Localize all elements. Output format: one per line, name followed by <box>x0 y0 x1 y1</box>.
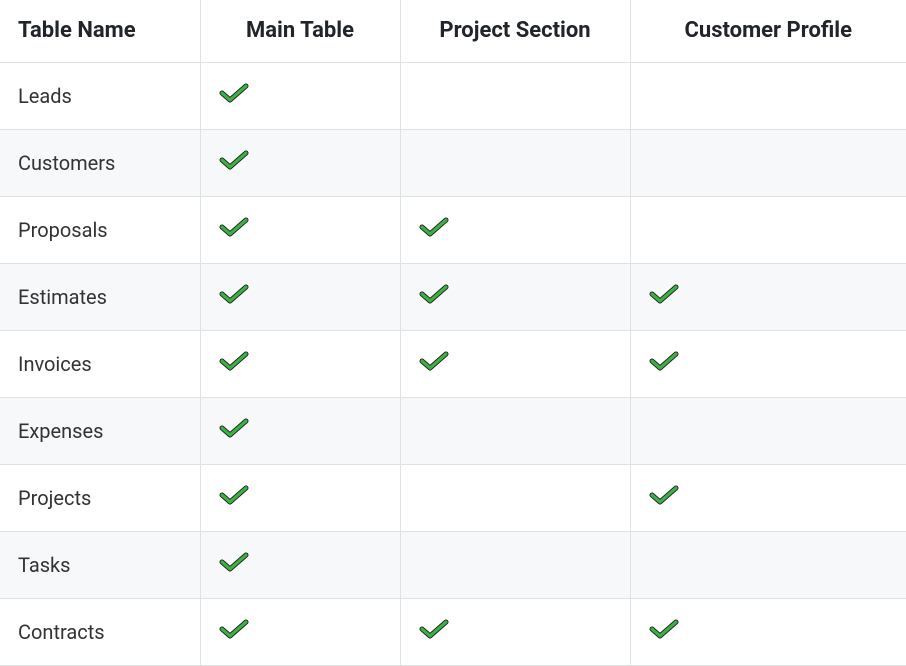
table-row: Expenses <box>0 397 906 464</box>
check-icon <box>649 484 679 506</box>
cell-project-section <box>400 464 630 531</box>
table-row: Contracts <box>0 598 906 665</box>
check-icon <box>649 283 679 305</box>
table-row: Invoices <box>0 330 906 397</box>
check-icon <box>219 216 249 238</box>
header-project-section: Project Section <box>400 0 630 62</box>
check-icon <box>649 350 679 372</box>
cell-project-section <box>400 196 630 263</box>
table-row: Leads <box>0 62 906 129</box>
check-icon <box>649 618 679 640</box>
cell-customer-profile <box>630 598 906 665</box>
cell-main-table <box>200 397 400 464</box>
header-main-table: Main Table <box>200 0 400 62</box>
cell-customer-profile <box>630 464 906 531</box>
cell-main-table <box>200 598 400 665</box>
header-table-name: Table Name <box>0 0 200 62</box>
check-icon <box>219 350 249 372</box>
check-icon <box>219 618 249 640</box>
cell-customer-profile <box>630 129 906 196</box>
cell-main-table <box>200 531 400 598</box>
row-name: Contracts <box>0 598 200 665</box>
cell-customer-profile <box>630 62 906 129</box>
cell-project-section <box>400 397 630 464</box>
cell-project-section <box>400 129 630 196</box>
row-name: Customers <box>0 129 200 196</box>
check-icon <box>219 551 249 573</box>
row-name: Tasks <box>0 531 200 598</box>
cell-main-table <box>200 330 400 397</box>
check-icon <box>219 484 249 506</box>
cell-customer-profile <box>630 263 906 330</box>
check-icon <box>419 283 449 305</box>
cell-customer-profile <box>630 330 906 397</box>
cell-project-section <box>400 531 630 598</box>
cell-main-table <box>200 263 400 330</box>
cell-project-section <box>400 598 630 665</box>
cell-project-section <box>400 330 630 397</box>
check-icon <box>219 149 249 171</box>
row-name: Leads <box>0 62 200 129</box>
row-name: Expenses <box>0 397 200 464</box>
table-row: Estimates <box>0 263 906 330</box>
cell-main-table <box>200 129 400 196</box>
table-header-row: Table Name Main Table Project Section Cu… <box>0 0 906 62</box>
check-icon <box>419 216 449 238</box>
table-row: Tasks <box>0 531 906 598</box>
check-icon <box>219 417 249 439</box>
header-customer-profile: Customer Profile <box>630 0 906 62</box>
row-name: Estimates <box>0 263 200 330</box>
cell-main-table <box>200 464 400 531</box>
check-icon <box>419 618 449 640</box>
cell-main-table <box>200 196 400 263</box>
cell-project-section <box>400 62 630 129</box>
cell-customer-profile <box>630 196 906 263</box>
cell-customer-profile <box>630 531 906 598</box>
cell-main-table <box>200 62 400 129</box>
row-name: Projects <box>0 464 200 531</box>
table-row: Projects <box>0 464 906 531</box>
feature-table: Table Name Main Table Project Section Cu… <box>0 0 906 666</box>
check-icon <box>419 350 449 372</box>
check-icon <box>219 82 249 104</box>
table-row: Customers <box>0 129 906 196</box>
check-icon <box>219 283 249 305</box>
cell-customer-profile <box>630 397 906 464</box>
row-name: Proposals <box>0 196 200 263</box>
row-name: Invoices <box>0 330 200 397</box>
table-row: Proposals <box>0 196 906 263</box>
cell-project-section <box>400 263 630 330</box>
